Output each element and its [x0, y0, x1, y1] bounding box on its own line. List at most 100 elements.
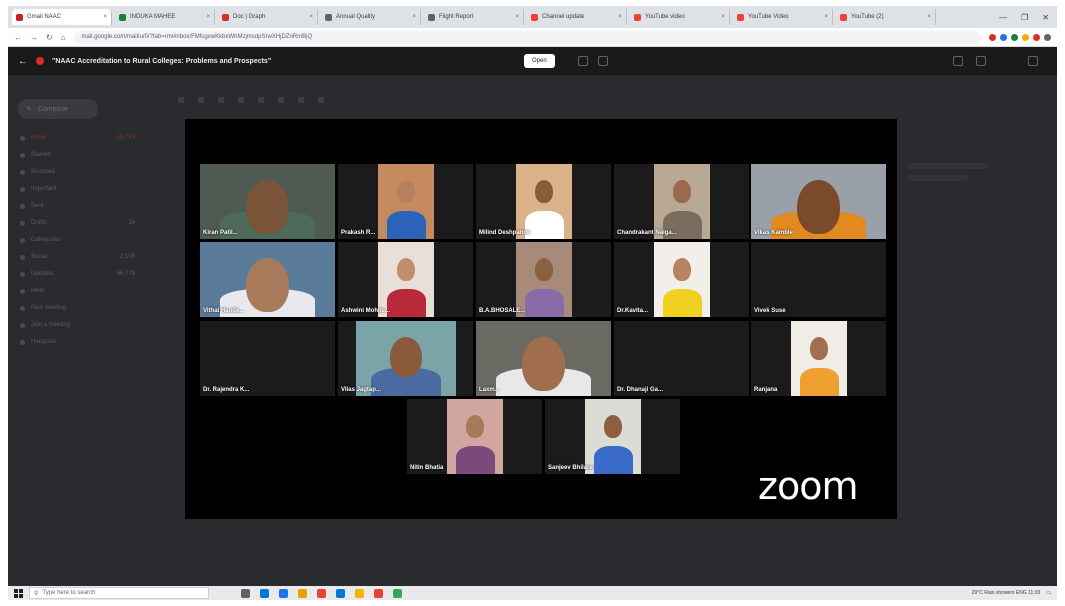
window-controls: — ❐ ✕ [999, 13, 1057, 22]
extension-icon[interactable] [989, 33, 996, 41]
zoom-gallery-grid: Kiran Patil... Prakash R... Milind Deshpan… [185, 119, 897, 519]
browser-address-bar: ← → ↻ ⌂ mail.google.com/mail/u/0/?tab=rm… [8, 28, 1057, 47]
windows-start-icon[interactable] [14, 588, 23, 598]
close-tab-icon[interactable]: × [103, 14, 107, 20]
browser-tab[interactable]: Annual Quality × [321, 9, 421, 25]
archive-icon[interactable] [178, 97, 184, 103]
maximize-icon[interactable]: ❐ [1021, 13, 1028, 22]
forward-icon[interactable]: → [30, 33, 38, 42]
sidebar-item-label: New meeting [31, 305, 67, 311]
participant-name: Milind Deshpande [479, 230, 531, 236]
browser-tab[interactable]: Flight Report × [424, 9, 524, 25]
browser-tab[interactable]: YouTube (2) × [836, 9, 936, 25]
browser-tab[interactable]: Gmail NAAC × [12, 9, 112, 25]
participant-body [594, 446, 633, 474]
close-viewer-icon[interactable]: ← [18, 56, 28, 67]
browser-tab[interactable]: YouTube video × [630, 9, 730, 25]
sidebar-item[interactable]: Snoozed [20, 169, 135, 175]
report-icon[interactable] [198, 97, 204, 103]
sidebar-item[interactable]: Updates 56,779 [20, 271, 135, 277]
extension-icon[interactable] [1022, 33, 1029, 41]
sidebar-item[interactable]: Important [20, 186, 135, 192]
home-icon[interactable]: ⌂ [61, 33, 66, 42]
sidebar-item[interactable]: Hangouts [20, 339, 135, 345]
sidebar-item[interactable]: Categories [20, 237, 135, 243]
download-icon[interactable] [953, 56, 963, 66]
taskbar-app-icon[interactable] [260, 588, 269, 598]
sidebar-item[interactable]: Starred [20, 152, 135, 158]
extension-icon[interactable] [1011, 33, 1018, 41]
more-options-icon[interactable] [1028, 56, 1038, 66]
sidebar-item[interactable]: Meet [20, 288, 135, 294]
label-icon[interactable] [318, 97, 324, 103]
tab-label: Flight Report [439, 14, 474, 20]
compose-button[interactable]: ✎ Compose [18, 99, 98, 119]
taskbar-app-icon[interactable] [393, 588, 402, 598]
video-file-icon [36, 57, 44, 65]
sidebar-item[interactable]: New meeting [20, 305, 135, 311]
close-tab-icon[interactable]: × [515, 14, 519, 20]
browser-tab[interactable]: Doc | Graph × [218, 9, 318, 25]
browser-tab[interactable]: INDUKA MAHEE × [115, 9, 215, 25]
extension-icon[interactable] [1033, 33, 1040, 41]
participant-tile: Vikas Kamble [751, 164, 886, 239]
participant-face [246, 258, 289, 312]
participant-name: Sanjeev Bhilare [548, 465, 593, 471]
url-field[interactable]: mail.google.com/mail/u/0/?tab=rm#inbox/F… [73, 30, 981, 44]
taskbar-app-icon[interactable] [355, 588, 364, 598]
snooze-icon[interactable] [258, 97, 264, 103]
reload-icon[interactable]: ↻ [46, 33, 53, 42]
participant-tile: Vithal Hande... [200, 242, 335, 317]
taskbar-search-input[interactable]: ⚲ Type here to search [29, 587, 209, 599]
minimize-icon[interactable]: — [999, 13, 1007, 22]
close-tab-icon[interactable]: × [309, 14, 313, 20]
tab-favicon-icon [634, 13, 641, 21]
taskbar-app-icon[interactable] [298, 588, 307, 598]
open-with-button[interactable]: Open [524, 54, 555, 68]
taskbar-app-icon[interactable] [241, 588, 250, 598]
sidebar-item[interactable]: Join a meeting [20, 322, 135, 328]
move-icon[interactable] [298, 97, 304, 103]
print-icon[interactable] [598, 56, 608, 66]
participant-face [810, 337, 828, 360]
close-tab-icon[interactable]: × [206, 14, 210, 20]
extension-icon[interactable] [1044, 33, 1051, 41]
search-placeholder: Type here to search [42, 590, 96, 596]
sidebar-item-label: Starred [31, 152, 51, 158]
sidebar-item[interactable]: Social 2,108 [20, 254, 135, 260]
mark-unread-icon[interactable] [238, 97, 244, 103]
sidebar-item-count: 2,108 [119, 254, 135, 260]
notification-icon[interactable]: ▭ [1046, 590, 1051, 596]
extension-icon[interactable] [1000, 33, 1007, 41]
taskbar-app-icon[interactable] [374, 588, 383, 598]
video-frame[interactable]: Kiran Patil... Prakash R... Milind Deshpan… [185, 119, 897, 519]
taskbar-app-icon[interactable] [317, 588, 326, 598]
add-to-drive-icon[interactable] [578, 56, 588, 66]
tab-label: Annual Quality [336, 14, 376, 20]
participant-face [673, 258, 691, 281]
close-tab-icon[interactable]: × [721, 14, 725, 20]
close-tab-icon[interactable]: × [412, 14, 416, 20]
tab-favicon-icon [119, 13, 126, 21]
task-icon[interactable] [278, 97, 284, 103]
browser-tab[interactable]: YouTube Video × [733, 9, 833, 25]
close-window-icon[interactable]: ✕ [1042, 13, 1049, 22]
close-tab-icon[interactable]: × [824, 14, 828, 20]
back-icon[interactable]: ← [14, 33, 22, 42]
sidebar-item-count: 56,779 [116, 271, 135, 277]
participant-name: Dr. Rajendra K... [203, 387, 250, 393]
delete-icon[interactable] [218, 97, 224, 103]
browser-tab[interactable]: Channel update × [527, 9, 627, 25]
tab-label: YouTube video [645, 14, 685, 20]
sidebar-item-label: Social [31, 254, 48, 260]
participant-tile: Chandrakant Naiga... [614, 164, 749, 239]
taskbar-app-icon[interactable] [279, 588, 288, 598]
taskbar-app-icon[interactable] [336, 588, 345, 598]
open-new-window-icon[interactable] [976, 56, 986, 66]
desktop-screen: Gmail NAAC × INDUKA MAHEE × Doc | Graph × Annu… [8, 6, 1057, 600]
close-tab-icon[interactable]: × [927, 14, 931, 20]
close-tab-icon[interactable]: × [618, 14, 622, 20]
sidebar-item[interactable]: Inbox 35,783 [20, 135, 135, 141]
sidebar-item[interactable]: Sent [20, 203, 135, 209]
sidebar-item[interactable]: Drafts 14 [20, 220, 135, 226]
